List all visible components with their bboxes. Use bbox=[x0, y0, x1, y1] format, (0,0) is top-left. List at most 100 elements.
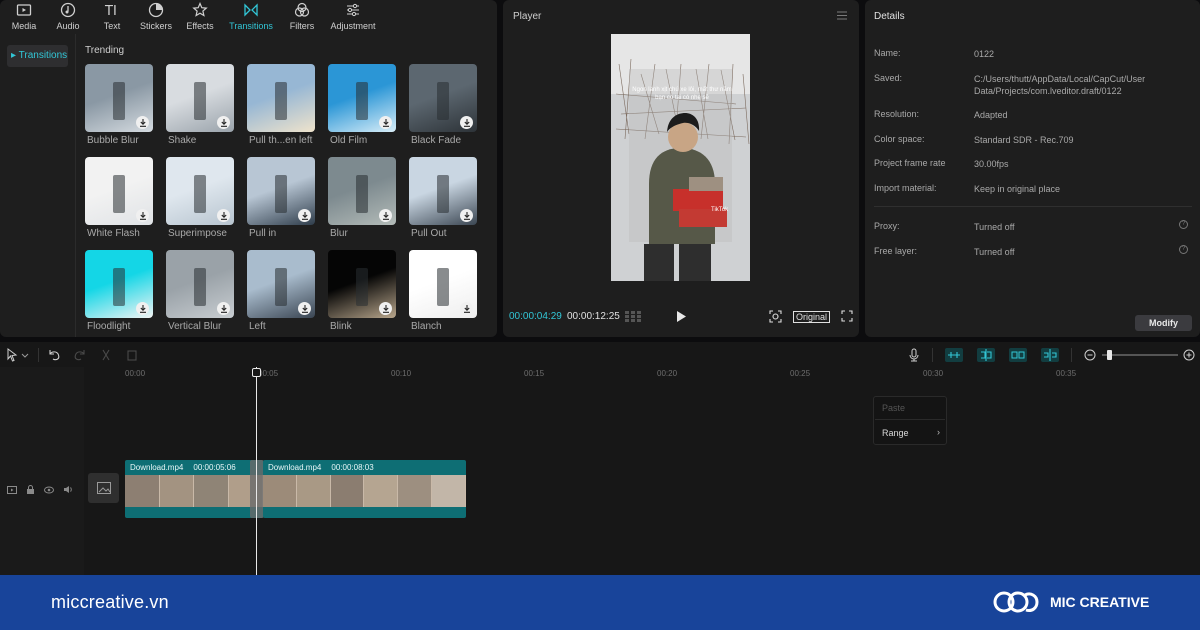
thumbnail-subject bbox=[275, 175, 287, 213]
linkage-icon[interactable] bbox=[1009, 347, 1027, 362]
download-icon[interactable] bbox=[136, 302, 149, 315]
free-layer-help-icon[interactable]: ? bbox=[1179, 245, 1188, 254]
zoom-in-icon[interactable] bbox=[1183, 349, 1195, 361]
lock-icon[interactable] bbox=[26, 485, 35, 494]
select-tool-icon[interactable] bbox=[6, 347, 30, 362]
transition-thumbnail[interactable] bbox=[166, 64, 234, 132]
tab-effects-label: Effects bbox=[186, 21, 214, 31]
delete-icon[interactable] bbox=[125, 348, 139, 362]
ruler-tick: 00:00 bbox=[125, 369, 146, 378]
fullscreen-icon[interactable] bbox=[841, 310, 853, 322]
tab-effects[interactable]: Effects bbox=[178, 0, 222, 34]
transition-card[interactable]: Blanch bbox=[408, 249, 488, 337]
transition-card[interactable]: Shake bbox=[165, 63, 245, 156]
download-icon[interactable] bbox=[460, 302, 473, 315]
transition-thumbnail[interactable] bbox=[85, 250, 153, 318]
transition-thumbnail[interactable] bbox=[247, 64, 315, 132]
zoom-out-icon[interactable] bbox=[1084, 349, 1096, 361]
cover-button[interactable] bbox=[88, 473, 119, 503]
detail-label: Free layer: bbox=[874, 246, 918, 256]
auto-snap-icon[interactable] bbox=[977, 347, 995, 362]
timecode-grid-icon[interactable] bbox=[625, 311, 642, 322]
modify-button[interactable]: Modify bbox=[1135, 315, 1192, 331]
download-icon[interactable] bbox=[460, 209, 473, 222]
video-preview[interactable]: Ngon lành xịt chú xe lôi, mất thư năm bạ… bbox=[611, 34, 750, 281]
transition-thumbnail[interactable] bbox=[85, 157, 153, 225]
transition-thumbnail[interactable] bbox=[328, 157, 396, 225]
zoom-slider[interactable] bbox=[1102, 349, 1178, 361]
playhead[interactable] bbox=[256, 367, 257, 575]
split-icon[interactable] bbox=[99, 348, 113, 362]
transition-thumbnail[interactable] bbox=[166, 250, 234, 318]
screenshot-icon[interactable] bbox=[769, 310, 782, 323]
transition-card[interactable]: Pull Out bbox=[408, 156, 488, 249]
transition-thumbnail[interactable] bbox=[247, 157, 315, 225]
transition-thumbnail[interactable] bbox=[166, 157, 234, 225]
transition-thumbnail[interactable] bbox=[247, 250, 315, 318]
transition-name: Blink bbox=[330, 321, 352, 332]
menu-icon[interactable] bbox=[837, 11, 847, 20]
transition-card[interactable]: Blur bbox=[327, 156, 407, 249]
transitions-icon bbox=[244, 3, 258, 17]
transition-thumbnail[interactable] bbox=[85, 64, 153, 132]
subnav-item-transitions[interactable]: ▸ Transitions bbox=[7, 45, 68, 67]
time-ruler[interactable]: 00:00 00:05 00:10 00:15 00:20 00:25 00:30 00:35 bbox=[125, 367, 1200, 379]
proxy-help-icon[interactable]: ? bbox=[1179, 220, 1188, 229]
transition-card[interactable]: Superimpose bbox=[165, 156, 245, 249]
transition-card[interactable]: Pull th...en left bbox=[246, 63, 326, 156]
transition-thumbnail[interactable] bbox=[328, 64, 396, 132]
transition-thumbnail[interactable] bbox=[409, 157, 477, 225]
redo-icon[interactable] bbox=[73, 348, 87, 362]
transition-card[interactable]: Blink bbox=[327, 249, 407, 337]
track-video-icon[interactable] bbox=[7, 485, 17, 494]
download-icon[interactable] bbox=[217, 209, 230, 222]
transition-thumbnail[interactable] bbox=[328, 250, 396, 318]
transition-card[interactable]: Vertical Blur bbox=[165, 249, 245, 337]
tab-adjustment[interactable]: Adjustment bbox=[324, 0, 382, 34]
tab-text[interactable]: TI Text bbox=[90, 0, 134, 34]
footer-site[interactable]: miccreative.vn bbox=[51, 592, 169, 613]
transition-card[interactable]: Left bbox=[246, 249, 326, 337]
transition-card[interactable]: White Flash bbox=[84, 156, 164, 249]
preview-axis-icon[interactable] bbox=[1041, 347, 1059, 362]
timeline-clip[interactable]: Download.mp4 00:00:08:03 bbox=[263, 460, 466, 518]
transition-card[interactable]: Pull in bbox=[246, 156, 326, 249]
download-icon[interactable] bbox=[217, 116, 230, 129]
download-icon[interactable] bbox=[136, 209, 149, 222]
download-icon[interactable] bbox=[460, 116, 473, 129]
main-track-magnet-icon[interactable] bbox=[945, 347, 963, 362]
transition-card[interactable]: Black Fade bbox=[408, 63, 488, 156]
download-icon[interactable] bbox=[298, 209, 311, 222]
tab-transitions[interactable]: Transitions bbox=[222, 0, 280, 34]
tab-media[interactable]: Media bbox=[2, 0, 46, 34]
audio-toggle-icon[interactable] bbox=[63, 485, 73, 494]
transition-card[interactable]: Floodlight bbox=[84, 249, 164, 337]
transition-card[interactable]: Old Film bbox=[327, 63, 407, 156]
download-icon[interactable] bbox=[379, 302, 392, 315]
playhead-handle[interactable] bbox=[252, 368, 261, 377]
download-icon[interactable] bbox=[379, 116, 392, 129]
context-menu-paste[interactable]: Paste bbox=[882, 403, 905, 413]
transition-thumbnail[interactable] bbox=[409, 64, 477, 132]
timeline-clip[interactable]: Download.mp4 00:00:05:06 bbox=[125, 460, 263, 518]
download-icon[interactable] bbox=[298, 302, 311, 315]
play-icon[interactable] bbox=[676, 311, 686, 322]
tab-stickers[interactable]: Stickers bbox=[134, 0, 178, 34]
ratio-button[interactable]: Original bbox=[793, 311, 831, 323]
visibility-icon[interactable] bbox=[44, 486, 54, 494]
undo-icon[interactable] bbox=[47, 348, 61, 362]
tab-filters[interactable]: Filters bbox=[280, 0, 324, 34]
detail-row-color-space: Color space: Standard SDR - Rec.709 bbox=[874, 134, 1194, 145]
download-icon[interactable] bbox=[136, 116, 149, 129]
microphone-icon[interactable] bbox=[908, 348, 920, 362]
transition-thumbnail[interactable] bbox=[409, 250, 477, 318]
effects-icon bbox=[192, 2, 208, 17]
context-menu: Paste Range › bbox=[873, 396, 947, 445]
tab-audio[interactable]: Audio bbox=[46, 0, 90, 34]
transition-card[interactable]: Bubble Blur bbox=[84, 63, 164, 156]
context-menu-range[interactable]: Range bbox=[882, 428, 909, 438]
download-icon[interactable] bbox=[379, 209, 392, 222]
transition-marker[interactable] bbox=[250, 460, 264, 518]
download-icon[interactable] bbox=[217, 302, 230, 315]
zoom-handle[interactable] bbox=[1107, 349, 1112, 360]
